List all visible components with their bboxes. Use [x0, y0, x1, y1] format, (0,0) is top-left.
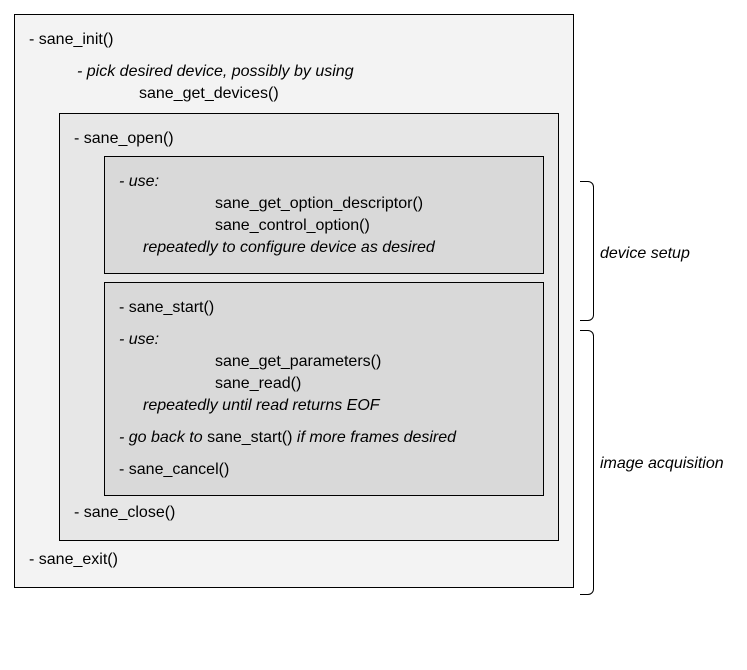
init-box: sane_init() - pick desired device, possi… [14, 14, 574, 588]
exit-call: sane_exit() [29, 551, 559, 569]
get-parameters-call: sane_get_parameters() [119, 353, 529, 371]
init-call: sane_init() [29, 31, 559, 49]
cancel-call: sane_cancel() [119, 461, 529, 479]
image-acquisition-box: sane_start() - use: sane_get_parameters(… [104, 282, 544, 496]
goback-pre: go back to [129, 429, 207, 446]
label-image-acquisition: image acquisition [600, 455, 724, 473]
use-text-2: use: [129, 331, 159, 348]
setup-repeat-note: repeatedly to configure device as desire… [119, 239, 529, 257]
open-call: sane_open() [74, 130, 544, 148]
use-label-2: - use: [119, 331, 529, 349]
control-option-call: sane_control_option() [119, 217, 529, 235]
get-option-descriptor-call: sane_get_option_descriptor() [119, 195, 529, 213]
goback-fn: sane_start() [207, 429, 292, 446]
pick-device-text: pick desired device, possibly by using [87, 63, 354, 80]
eof-note: repeatedly until read returns EOF [119, 397, 529, 415]
use-text-1: use: [129, 173, 159, 190]
close-call: sane_close() [74, 504, 544, 522]
goback-note: - go back to sane_start() if more frames… [119, 429, 529, 447]
device-setup-box: - use: sane_get_option_descriptor() sane… [104, 156, 544, 274]
get-devices-call: sane_get_devices() [29, 85, 559, 103]
goback-post: if more frames desired [292, 429, 456, 446]
bracket-acquisition [580, 330, 594, 595]
open-box: sane_open() - use: sane_get_option_descr… [59, 113, 559, 541]
read-call: sane_read() [119, 375, 529, 393]
bracket-setup [580, 181, 594, 321]
start-call: sane_start() [119, 299, 529, 317]
use-label-1: - use: [119, 173, 529, 191]
label-device-setup: device setup [600, 245, 690, 263]
pick-device-note: - pick desired device, possibly by using [29, 63, 559, 81]
